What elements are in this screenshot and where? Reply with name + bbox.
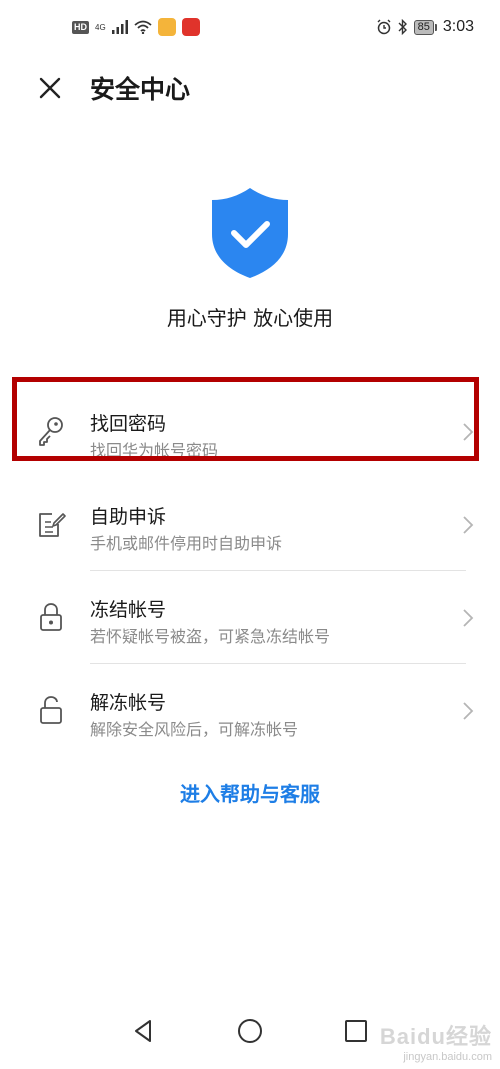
alarm-icon <box>377 19 391 35</box>
menu-item-recover-password[interactable]: 找回密码 找回华为帐号密码 <box>0 385 500 478</box>
menu-item-self-appeal[interactable]: 自助申诉 手机或邮件停用时自助申诉 <box>0 478 500 571</box>
status-left: HD 4G <box>72 18 200 36</box>
chevron-right-icon <box>463 423 474 441</box>
notification-app-icon <box>157 18 176 36</box>
chevron-right-icon <box>463 702 474 720</box>
close-button[interactable] <box>34 72 66 104</box>
watermark-brand: Baidu经验 <box>379 1024 492 1049</box>
hd-badge: HD <box>72 20 89 34</box>
menu-item-freeze-account[interactable]: 冻结帐号 若怀疑帐号被盗，可紧急冻结帐号 <box>0 571 500 664</box>
battery-level: 85 <box>413 19 434 35</box>
chevron-right-icon <box>463 609 474 627</box>
menu-item-subtitle: 手机或邮件停用时自助申诉 <box>90 534 283 553</box>
menu-item-subtitle: 若怀疑帐号被盗，可紧急冻结帐号 <box>90 627 331 646</box>
menu-item-subtitle: 解除安全风险后，可解冻帐号 <box>90 720 299 739</box>
watermark: Baidu经验 jingyan.baidu.com <box>380 1019 492 1063</box>
bluetooth-icon <box>398 19 407 35</box>
unlock-icon <box>40 696 62 724</box>
help-and-support-link[interactable]: 进入帮助与客服 <box>0 778 500 807</box>
watermark-url: jingyan.baidu.com <box>403 1051 492 1063</box>
shield-check-icon <box>212 188 288 278</box>
network-type: 4G <box>95 22 106 32</box>
battery-tip <box>434 23 437 31</box>
menu-item-title: 找回密码 <box>90 413 167 435</box>
home-nav-button[interactable] <box>236 1017 264 1045</box>
app-header: 安全中心 <box>0 58 500 118</box>
status-time: 3:03 <box>442 18 474 35</box>
page-title: 安全中心 <box>90 75 191 104</box>
slogan: 用心守护 放心使用 <box>166 306 334 330</box>
edit-document-icon <box>39 513 66 537</box>
security-menu: 找回密码 找回华为帐号密码 自助申诉 手机或邮件停用时自助申诉 冻结帐号 若怀疑… <box>0 385 500 757</box>
notification-app-icon <box>181 18 200 36</box>
battery-indicator: 85 <box>413 19 437 35</box>
back-nav-button[interactable] <box>130 1017 158 1045</box>
menu-item-title: 自助申诉 <box>90 506 167 528</box>
chevron-right-icon <box>463 516 474 534</box>
wifi-icon <box>134 20 152 34</box>
close-icon <box>39 77 61 99</box>
status-bar: HD 4G 85 3:03 <box>0 0 500 56</box>
signal-icon <box>111 20 128 34</box>
recents-nav-button[interactable] <box>342 1017 370 1045</box>
menu-item-subtitle: 找回华为帐号密码 <box>90 441 219 460</box>
menu-item-title: 解冻帐号 <box>90 692 167 714</box>
key-icon <box>39 417 63 446</box>
menu-item-unfreeze-account[interactable]: 解冻帐号 解除安全风险后，可解冻帐号 <box>0 664 500 757</box>
lock-icon <box>40 603 62 631</box>
status-right: 85 3:03 <box>376 18 474 36</box>
menu-item-title: 冻结帐号 <box>90 599 167 621</box>
